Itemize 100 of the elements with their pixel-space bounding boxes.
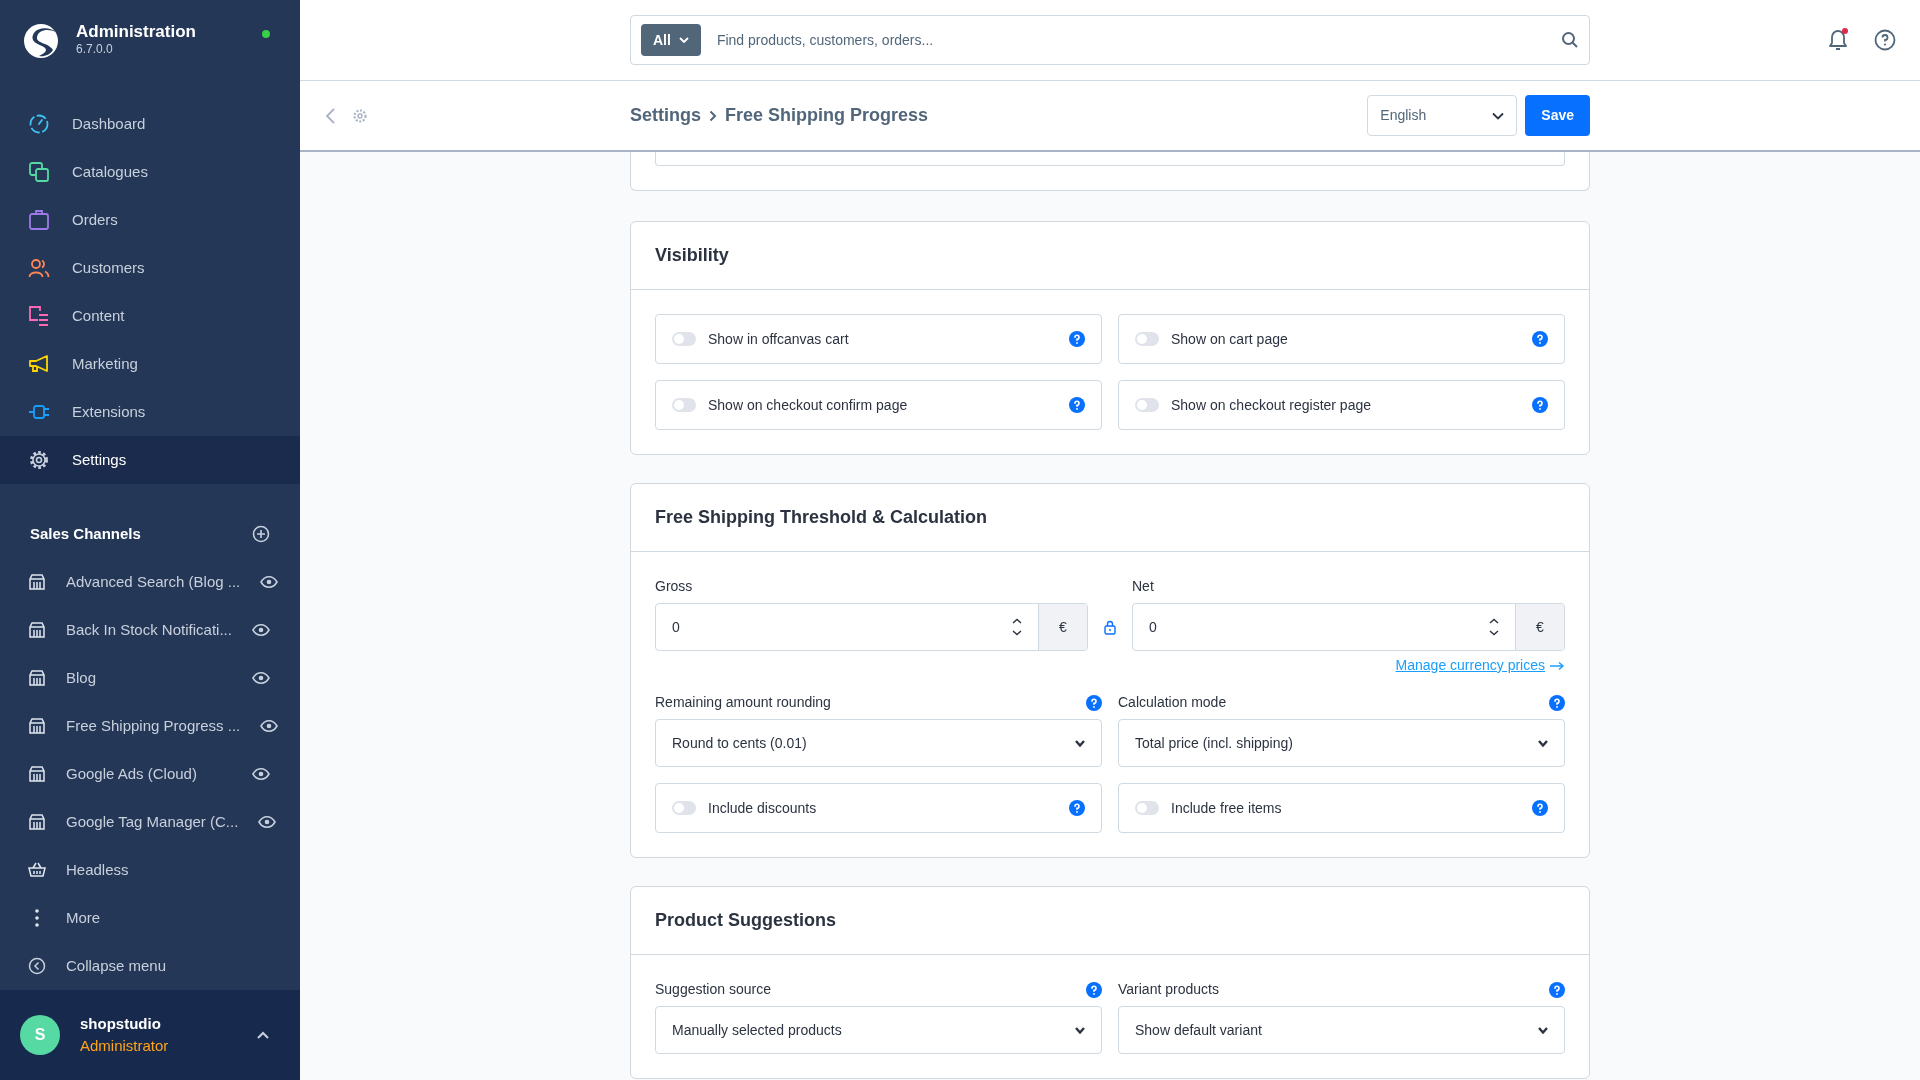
toggle-label: Show on checkout confirm page <box>708 395 909 415</box>
field-label: Variant products <box>1118 980 1219 999</box>
help-icon[interactable] <box>1532 800 1548 816</box>
sales-channel-item[interactable]: Headless <box>0 846 300 894</box>
nav-item[interactable]: Content <box>0 292 300 340</box>
caret-icon <box>1538 739 1548 747</box>
bag-icon <box>28 209 50 231</box>
toggle-switch[interactable] <box>1135 398 1159 412</box>
sales-channel-item[interactable]: Blog <box>0 654 300 702</box>
caret-icon <box>1075 739 1085 747</box>
select-field[interactable]: Total price (incl. shipping) <box>1118 719 1565 767</box>
nav-item[interactable]: Catalogues <box>0 148 300 196</box>
toggle-label: Include discounts <box>708 798 818 818</box>
help-icon[interactable] <box>1086 694 1102 711</box>
language-select[interactable]: English <box>1367 95 1518 136</box>
document-list-icon <box>28 305 50 327</box>
logo-icon <box>22 22 60 60</box>
eye-icon[interactable] <box>252 623 270 637</box>
toggle-label: Show on cart page <box>1171 329 1289 349</box>
stepper-icon[interactable] <box>1012 618 1022 636</box>
user-name: shopstudio <box>80 1013 162 1034</box>
brand-title: Administration <box>76 22 197 42</box>
select-field[interactable]: Round to cents (0.01) <box>655 719 1102 767</box>
add-icon[interactable] <box>252 525 270 543</box>
section-title: Visibility <box>631 222 1589 290</box>
eye-icon[interactable] <box>252 767 270 781</box>
storefront-icon <box>28 717 46 735</box>
lock-icon[interactable] <box>1104 619 1116 635</box>
field-label: Net <box>1132 577 1155 596</box>
nav-item[interactable]: Extensions <box>0 388 300 436</box>
storefront-icon <box>28 669 46 687</box>
user-role: Administrator <box>80 1036 170 1056</box>
storefront-icon <box>28 621 46 639</box>
help-icon[interactable] <box>1549 981 1565 998</box>
field-label: Suggestion source <box>655 980 771 999</box>
help-icon[interactable] <box>1069 397 1085 413</box>
version-text: 6.7.0.0 <box>76 42 114 56</box>
eye-icon[interactable] <box>260 719 279 733</box>
collapse-menu-item[interactable]: Collapse menu <box>0 942 300 990</box>
eye-icon[interactable] <box>258 815 277 829</box>
sales-channel-item[interactable]: Google Tag Manager (C... <box>0 798 300 846</box>
nav-item[interactable]: Orders <box>0 196 300 244</box>
help-icon[interactable] <box>1532 331 1548 347</box>
field-label: Gross <box>655 577 694 596</box>
chevron-up-icon[interactable] <box>256 1030 270 1040</box>
toggle-switch[interactable] <box>1135 332 1159 346</box>
eye-icon[interactable] <box>260 575 279 589</box>
copy-icon <box>28 161 50 183</box>
select-field[interactable]: Manually selected products <box>655 1006 1102 1054</box>
sales-channel-item[interactable]: Advanced Search (Blog ... <box>0 558 300 606</box>
sales-channel-item[interactable]: Back In Stock Notificati... <box>0 606 300 654</box>
save-button[interactable]: Save <box>1525 95 1590 136</box>
toggle-switch[interactable] <box>672 801 696 815</box>
eye-icon[interactable] <box>252 671 270 685</box>
caret-icon <box>1075 1026 1085 1034</box>
gauge-icon <box>28 113 50 135</box>
currency-addon: € <box>1515 604 1564 650</box>
search-field[interactable]: All Find products, customers, orders... <box>630 15 1590 65</box>
sales-channel-item[interactable]: Google Ads (Cloud) <box>0 750 300 798</box>
help-icon[interactable] <box>1532 397 1548 413</box>
toggle-label: Show on checkout register page <box>1171 395 1372 415</box>
caret-icon <box>1538 1026 1548 1034</box>
help-icon[interactable] <box>1874 29 1896 51</box>
scope-dropdown[interactable]: All <box>641 24 701 56</box>
stepper-icon[interactable] <box>1489 618 1499 636</box>
breadcrumb-item[interactable]: Settings <box>630 102 701 129</box>
toggle-label: Include free items <box>1171 798 1283 818</box>
storefront-icon <box>28 813 46 831</box>
nav-item[interactable]: Customers <box>0 244 300 292</box>
people-icon <box>28 257 50 279</box>
help-icon[interactable] <box>1549 694 1565 711</box>
select-field[interactable]: Show default variant <box>1118 1006 1565 1054</box>
megaphone-icon <box>28 353 50 375</box>
more-icon <box>35 909 39 927</box>
toggle-switch[interactable] <box>672 332 696 346</box>
bell-icon[interactable] <box>1826 27 1850 53</box>
number-field[interactable]: 0 € <box>1132 603 1565 651</box>
field-label: Calculation mode <box>1118 693 1227 712</box>
toggle-switch[interactable] <box>672 398 696 412</box>
arrow-right-icon <box>1549 660 1565 671</box>
input-field[interactable] <box>655 152 1565 166</box>
help-icon[interactable] <box>1069 800 1085 816</box>
more-item[interactable]: More <box>0 894 300 942</box>
section-title: Sales Channels <box>30 523 141 544</box>
storefront-icon <box>28 765 46 783</box>
sales-channel-item[interactable]: Free Shipping Progress ... <box>0 702 300 750</box>
toggle-switch[interactable] <box>1135 801 1159 815</box>
chevron-right-icon <box>709 109 717 122</box>
nav-item[interactable]: Dashboard <box>0 100 300 148</box>
nav-item[interactable]: Settings <box>0 436 300 484</box>
nav-item[interactable]: Marketing <box>0 340 300 388</box>
help-icon[interactable] <box>1086 981 1102 998</box>
storefront-icon <box>28 573 46 591</box>
number-field[interactable]: 0 € <box>655 603 1088 651</box>
chevron-left-circle-icon <box>28 957 46 975</box>
gear-icon <box>28 449 50 471</box>
search-icon <box>1561 31 1579 49</box>
help-icon[interactable] <box>1069 331 1085 347</box>
basket-icon <box>28 861 46 879</box>
caret-icon <box>678 37 689 43</box>
